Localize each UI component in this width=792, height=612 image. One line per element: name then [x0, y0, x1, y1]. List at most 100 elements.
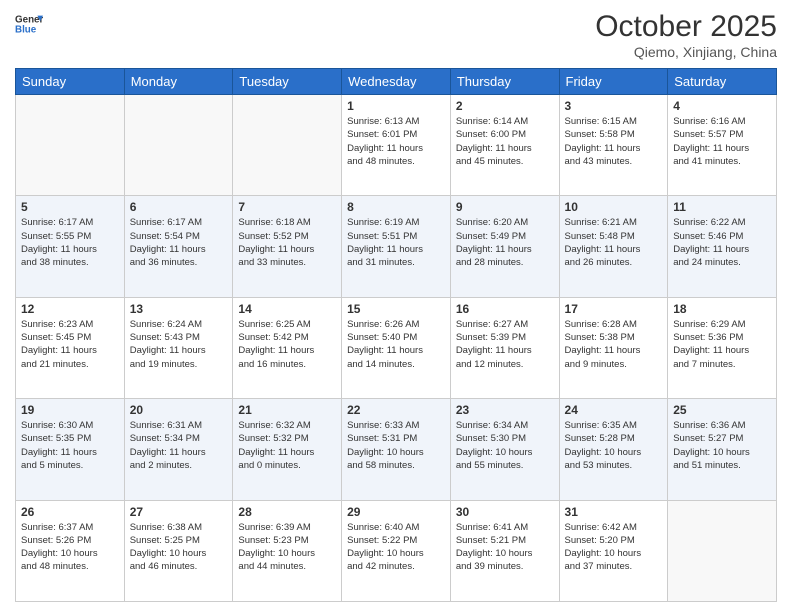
day-number: 7 — [238, 200, 336, 214]
day-info: Sunrise: 6:25 AMSunset: 5:42 PMDaylight:… — [238, 318, 336, 371]
day-number: 12 — [21, 302, 119, 316]
col-thursday: Thursday — [450, 69, 559, 95]
day-number: 18 — [673, 302, 771, 316]
day-info: Sunrise: 6:20 AMSunset: 5:49 PMDaylight:… — [456, 216, 554, 269]
day-info: Sunrise: 6:27 AMSunset: 5:39 PMDaylight:… — [456, 318, 554, 371]
col-friday: Friday — [559, 69, 668, 95]
day-number: 30 — [456, 505, 554, 519]
calendar-cell: 29 Sunrise: 6:40 AMSunset: 5:22 PMDayligh… — [342, 500, 451, 601]
day-info: Sunrise: 6:30 AMSunset: 5:35 PMDaylight:… — [21, 419, 119, 472]
calendar-cell: 7 Sunrise: 6:18 AMSunset: 5:52 PMDaylight… — [233, 196, 342, 297]
day-info: Sunrise: 6:29 AMSunset: 5:36 PMDaylight:… — [673, 318, 771, 371]
day-number: 9 — [456, 200, 554, 214]
day-number: 16 — [456, 302, 554, 316]
col-sunday: Sunday — [16, 69, 125, 95]
day-number: 21 — [238, 403, 336, 417]
day-info: Sunrise: 6:33 AMSunset: 5:31 PMDaylight:… — [347, 419, 445, 472]
calendar-cell: 17Sunrise: 6:28 AMSunset: 5:38 PMDayligh… — [559, 297, 668, 398]
day-number: 15 — [347, 302, 445, 316]
header: General Blue October 2025 Qiemo, Xinjian… — [15, 10, 777, 60]
calendar-cell: 21 Sunrise: 6:32 AMSunset: 5:32 PMDayligh… — [233, 399, 342, 500]
day-info: Sunrise: 6:31 AMSunset: 5:34 PMDaylight:… — [130, 419, 228, 472]
day-info: Sunrise: 6:32 AMSunset: 5:32 PMDaylight:… — [238, 419, 336, 472]
calendar-cell: 27 Sunrise: 6:38 AMSunset: 5:25 PMDayligh… — [124, 500, 233, 601]
calendar-cell: 4 Sunrise: 6:16 AMSunset: 5:57 PMDaylight… — [668, 95, 777, 196]
calendar-cell: 10Sunrise: 6:21 AMSunset: 5:48 PMDayligh… — [559, 196, 668, 297]
calendar-cell: 30 Sunrise: 6:41 AMSunset: 5:21 PMDayligh… — [450, 500, 559, 601]
day-number: 2 — [456, 99, 554, 113]
calendar: Sunday Monday Tuesday Wednesday Thursday… — [15, 68, 777, 602]
day-number: 26 — [21, 505, 119, 519]
calendar-cell: 20Sunrise: 6:31 AMSunset: 5:34 PMDayligh… — [124, 399, 233, 500]
day-info: Sunrise: 6:39 AMSunset: 5:23 PMDaylight:… — [238, 521, 336, 574]
calendar-cell: 13Sunrise: 6:24 AMSunset: 5:43 PMDayligh… — [124, 297, 233, 398]
calendar-cell: 2 Sunrise: 6:14 AMSunset: 6:00 PMDaylight… — [450, 95, 559, 196]
calendar-cell — [124, 95, 233, 196]
svg-text:Blue: Blue — [15, 24, 37, 35]
calendar-cell: 12 Sunrise: 6:23 AMSunset: 5:45 PMDayligh… — [16, 297, 125, 398]
day-number: 11 — [673, 200, 771, 214]
day-number: 6 — [130, 200, 228, 214]
calendar-cell: 23Sunrise: 6:34 AMSunset: 5:30 PMDayligh… — [450, 399, 559, 500]
day-info: Sunrise: 6:26 AMSunset: 5:40 PMDaylight:… — [347, 318, 445, 371]
day-info: Sunrise: 6:34 AMSunset: 5:30 PMDaylight:… — [456, 419, 554, 472]
day-info: Sunrise: 6:16 AMSunset: 5:57 PMDaylight:… — [673, 115, 771, 168]
day-number: 27 — [130, 505, 228, 519]
day-info: Sunrise: 6:22 AMSunset: 5:46 PMDaylight:… — [673, 216, 771, 269]
month-title: October 2025 — [595, 10, 777, 44]
day-number: 5 — [21, 200, 119, 214]
day-info: Sunrise: 6:18 AMSunset: 5:52 PMDaylight:… — [238, 216, 336, 269]
col-monday: Monday — [124, 69, 233, 95]
title-block: October 2025 Qiemo, Xinjiang, China — [595, 10, 777, 60]
location: Qiemo, Xinjiang, China — [595, 44, 777, 60]
day-number: 25 — [673, 403, 771, 417]
day-info: Sunrise: 6:38 AMSunset: 5:25 PMDaylight:… — [130, 521, 228, 574]
calendar-cell: 14Sunrise: 6:25 AMSunset: 5:42 PMDayligh… — [233, 297, 342, 398]
day-number: 29 — [347, 505, 445, 519]
day-info: Sunrise: 6:13 AMSunset: 6:01 PMDaylight:… — [347, 115, 445, 168]
calendar-cell: 31 Sunrise: 6:42 AMSunset: 5:20 PMDayligh… — [559, 500, 668, 601]
calendar-cell: 25 Sunrise: 6:36 AMSunset: 5:27 PMDayligh… — [668, 399, 777, 500]
calendar-cell — [233, 95, 342, 196]
day-number: 10 — [565, 200, 663, 214]
calendar-cell: 3 Sunrise: 6:15 AMSunset: 5:58 PMDaylight… — [559, 95, 668, 196]
day-info: Sunrise: 6:42 AMSunset: 5:20 PMDaylight:… — [565, 521, 663, 574]
day-info: Sunrise: 6:37 AMSunset: 5:26 PMDaylight:… — [21, 521, 119, 574]
calendar-cell: 1 Sunrise: 6:13 AMSunset: 6:01 PMDaylight… — [342, 95, 451, 196]
logo: General Blue — [15, 10, 43, 38]
day-number: 4 — [673, 99, 771, 113]
calendar-cell: 19 Sunrise: 6:30 AMSunset: 5:35 PMDayligh… — [16, 399, 125, 500]
calendar-cell: 5 Sunrise: 6:17 AMSunset: 5:55 PMDaylight… — [16, 196, 125, 297]
calendar-cell: 24Sunrise: 6:35 AMSunset: 5:28 PMDayligh… — [559, 399, 668, 500]
calendar-cell — [16, 95, 125, 196]
calendar-cell: 16 Sunrise: 6:27 AMSunset: 5:39 PMDayligh… — [450, 297, 559, 398]
col-tuesday: Tuesday — [233, 69, 342, 95]
day-info: Sunrise: 6:23 AMSunset: 5:45 PMDaylight:… — [21, 318, 119, 371]
logo-icon: General Blue — [15, 10, 43, 38]
day-info: Sunrise: 6:40 AMSunset: 5:22 PMDaylight:… — [347, 521, 445, 574]
day-info: Sunrise: 6:17 AMSunset: 5:55 PMDaylight:… — [21, 216, 119, 269]
calendar-cell: 28 Sunrise: 6:39 AMSunset: 5:23 PMDayligh… — [233, 500, 342, 601]
day-info: Sunrise: 6:15 AMSunset: 5:58 PMDaylight:… — [565, 115, 663, 168]
day-info: Sunrise: 6:36 AMSunset: 5:27 PMDaylight:… — [673, 419, 771, 472]
day-info: Sunrise: 6:17 AMSunset: 5:54 PMDaylight:… — [130, 216, 228, 269]
calendar-cell: 8Sunrise: 6:19 AMSunset: 5:51 PMDaylight… — [342, 196, 451, 297]
day-number: 8 — [347, 200, 445, 214]
day-info: Sunrise: 6:14 AMSunset: 6:00 PMDaylight:… — [456, 115, 554, 168]
day-number: 31 — [565, 505, 663, 519]
calendar-cell: 18 Sunrise: 6:29 AMSunset: 5:36 PMDayligh… — [668, 297, 777, 398]
calendar-cell: 26 Sunrise: 6:37 AMSunset: 5:26 PMDayligh… — [16, 500, 125, 601]
col-saturday: Saturday — [668, 69, 777, 95]
day-number: 24 — [565, 403, 663, 417]
calendar-cell — [668, 500, 777, 601]
day-info: Sunrise: 6:41 AMSunset: 5:21 PMDaylight:… — [456, 521, 554, 574]
day-number: 1 — [347, 99, 445, 113]
day-number: 19 — [21, 403, 119, 417]
calendar-cell: 22 Sunrise: 6:33 AMSunset: 5:31 PMDayligh… — [342, 399, 451, 500]
day-number: 17 — [565, 302, 663, 316]
day-number: 22 — [347, 403, 445, 417]
page: General Blue October 2025 Qiemo, Xinjian… — [0, 0, 792, 612]
day-number: 28 — [238, 505, 336, 519]
day-number: 3 — [565, 99, 663, 113]
calendar-cell: 9 Sunrise: 6:20 AMSunset: 5:49 PMDaylight… — [450, 196, 559, 297]
